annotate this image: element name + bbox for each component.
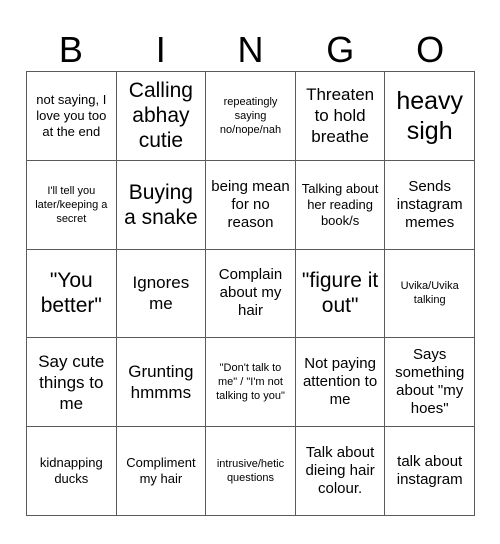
bingo-cell-r1c2[interactable]: Calling abhay cutie [116,72,207,161]
bingo-cell-r2c4[interactable]: Talking about her reading book/s [295,160,386,250]
bingo-cell-r4c1[interactable]: Say cute things to me [27,338,117,428]
bingo-cell-r5c3[interactable]: intrusive/hetic questions [206,427,296,516]
bingo-cell-text: Ignores me [132,273,190,314]
bingo-cell-text: talk about instagram [396,453,463,489]
bingo-cell-text: Threaten to hold breathe [306,85,375,147]
bingo-cell-r2c1[interactable]: I'll tell you later/keeping a secret [27,160,117,250]
bingo-cell-r4c3[interactable]: "Don't talk to me" / "I'm not talking to… [206,338,296,428]
bingo-cell-r4c4[interactable]: Not paying attention to me [295,338,386,428]
bingo-cell-text: Talk about dieing hair colour. [305,444,375,498]
bingo-cell-r5c4[interactable]: Talk about dieing hair colour. [295,427,386,516]
bingo-header-letter-n: N [237,29,264,70]
bingo-cell-r1c5[interactable]: heavy sigh [385,72,475,161]
bingo-cell-text: Uvika/Uvika talking [400,280,459,307]
bingo-cell-r5c2[interactable]: Compliment my hair [116,427,207,516]
bingo-cell-r3c3[interactable]: Complain about my hair [206,249,296,339]
bingo-cell-r3c1[interactable]: "You better" [27,249,117,339]
bingo-cell-text: repeatingly saying no/nope/nah [219,95,282,136]
bingo-cell-text: Grunting hmmms [128,362,194,403]
bingo-cell-text: intrusive/hetic questions [216,458,285,485]
bingo-cell-r1c4[interactable]: Threaten to hold breathe [295,72,386,161]
bingo-card: B I N G O not saying, I love you too at … [0,0,500,544]
bingo-cell-text: Sends instagram memes [396,177,463,231]
bingo-cell-text: Says something about "my hoes" [395,346,465,418]
bingo-cell-text: Buying a snake [124,180,198,229]
bingo-cell-text: "You better" [40,269,102,318]
bingo-cell-r1c1[interactable]: not saying, I love you too at the end [27,72,117,161]
bingo-cell-text: Not paying attention to me [302,355,378,409]
bingo-cell-r2c2[interactable]: Buying a snake [116,160,207,250]
bingo-header-letter-i: I [155,29,166,70]
bingo-cell-text: "Don't talk to me" / "I'm not talking to… [216,362,285,403]
bingo-cell-r3c4[interactable]: "figure it out" [295,249,386,339]
bingo-cell-r3c5[interactable]: Uvika/Uvika talking [385,249,475,339]
bingo-cell-r2c3[interactable]: being mean for no reason [206,160,296,250]
bingo-cell-r5c5[interactable]: talk about instagram [385,427,475,516]
bingo-cell-r2c5[interactable]: Sends instagram memes [385,160,475,250]
bingo-cell-text: kidnapping ducks [39,455,103,487]
bingo-cell-r4c2[interactable]: Grunting hmmms [116,338,207,428]
bingo-header-letter-b: B [58,29,83,70]
bingo-cell-text: Compliment my hair [126,455,196,487]
bingo-cell-text: heavy sigh [396,86,464,145]
bingo-cell-r3c2[interactable]: Ignores me [116,249,207,339]
bingo-cell-text: I'll tell you later/keeping a secret [35,184,108,225]
bingo-cell-r1c3[interactable]: repeatingly saying no/nope/nah [206,72,296,161]
bingo-cell-r4c5[interactable]: Says something about "my hoes" [385,338,475,428]
bingo-cell-text: Talking about her reading book/s [301,180,379,228]
bingo-cell-text: Calling abhay cutie [128,79,193,153]
bingo-cell-text: being mean for no reason [211,177,290,231]
bingo-header-letter-g: G [326,29,355,70]
bingo-grid: not saying, I love you too at the end Cal… [26,71,475,516]
bingo-cell-r5c1[interactable]: kidnapping ducks [27,427,117,516]
bingo-cell-text: "figure it out" [301,269,379,318]
bingo-cell-text: Say cute things to me [38,351,105,413]
bingo-cell-text: not saying, I love you too at the end [36,91,107,139]
bingo-cell-text: Complain about my hair [218,266,283,320]
bingo-header-row: B I N G O [26,22,475,70]
bingo-header-letter-o: O [416,29,445,70]
